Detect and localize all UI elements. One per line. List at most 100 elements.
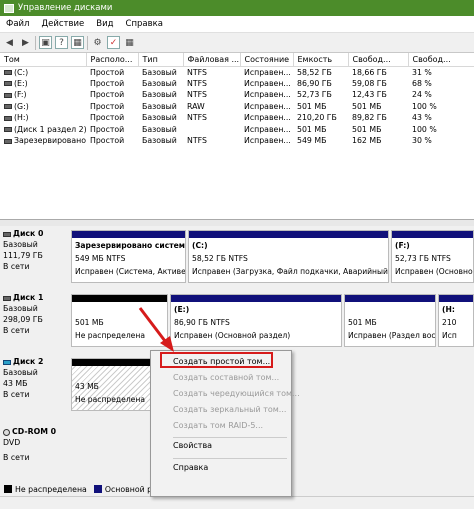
volume-cell: 100 % — [412, 124, 437, 134]
partition-recovery[interactable]: 501 МБ Исправен (Раздел восс — [344, 294, 436, 347]
status-bar — [0, 496, 474, 509]
menu-help[interactable]: Справка — [173, 463, 208, 472]
volume-row[interactable]: (F:) Простой Базовый NTFS Исправен... 52,73 Г… — [0, 89, 474, 101]
disk-1-label[interactable]: Диск 1 Базовый 298,09 ГБ В сети — [3, 292, 67, 336]
volume-cell: RAW — [187, 101, 205, 111]
disk-0-row: Диск 0 Базовый 111,79 ГБ В сети Зарезерв… — [0, 228, 474, 288]
volume-icon — [4, 115, 12, 121]
volume-icon — [4, 127, 12, 133]
column-header[interactable]: Файловая ... — [183, 53, 241, 67]
help-icon[interactable]: ? — [55, 36, 68, 49]
partition-c[interactable]: (C:) 58,52 ГБ NTFS Исправен (Загрузка, Ф… — [188, 230, 389, 283]
partition-e[interactable]: (E:) 86,90 ГБ NTFS Исправен (Основной ра… — [170, 294, 342, 347]
volume-row[interactable]: Зарезервировано ... Простой Базовый NTFS Исп… — [0, 135, 474, 147]
partition-size: 210 — [442, 318, 457, 327]
menu-action[interactable]: Действие — [35, 19, 90, 29]
forward-icon[interactable]: ▶ — [19, 36, 32, 49]
disk-2-label[interactable]: Диск 2 Базовый 43 МБ В сети — [3, 356, 67, 400]
partition-title: (H: — [442, 305, 455, 314]
disk-view-icon[interactable]: ▣ — [39, 36, 52, 49]
menu-properties[interactable]: Свойства — [173, 441, 212, 450]
volume-cell: Простой — [90, 124, 125, 134]
disk-type: Базовый — [3, 368, 38, 377]
menu-bar: Файл Действие Вид Справка — [0, 16, 474, 33]
disk-type: Базовый — [3, 304, 38, 313]
checklist-icon[interactable]: ✓ — [107, 36, 120, 49]
disk-size: 43 МБ — [3, 379, 28, 388]
menu-view[interactable]: Вид — [90, 19, 119, 29]
toolbar-separator — [87, 35, 88, 50]
column-header[interactable]: Свобод... — [348, 53, 409, 67]
volume-cell: 549 МБ — [297, 136, 327, 146]
volume-cell: Исправен... — [244, 113, 291, 123]
disk-0-label[interactable]: Диск 0 Базовый 111,79 ГБ В сети — [3, 228, 67, 272]
column-header[interactable]: Тип — [138, 53, 184, 67]
cdrom-label[interactable]: CD-ROM 0 DVD В сети — [3, 426, 67, 463]
column-header[interactable]: Свобод... — [408, 53, 474, 67]
column-header[interactable]: Емкость — [293, 53, 349, 67]
volume-cell: Простой — [90, 101, 125, 111]
column-header[interactable]: Располо... — [86, 53, 139, 67]
column-header[interactable]: Том — [0, 53, 87, 67]
menu-separator — [173, 437, 287, 438]
volume-row[interactable]: (H:) Простой Базовый NTFS Исправен... 210,20 … — [0, 112, 474, 124]
volume-row[interactable]: (E:) Простой Базовый NTFS Исправен... 86,90 Г… — [0, 78, 474, 90]
window-title: Управление дисками — [18, 3, 113, 13]
volume-cell: Базовый — [142, 124, 177, 134]
volume-icon — [4, 70, 12, 75]
disk-type: DVD — [3, 438, 21, 447]
volume-cell: Исправен... — [244, 90, 291, 100]
volume-cell: Простой — [90, 113, 125, 123]
volume-cell: 58,52 ГБ — [297, 67, 332, 77]
volume-name-cell: (H:) — [0, 112, 86, 124]
partition-h[interactable]: (H: 210 Исп — [438, 294, 474, 347]
legend-unallocated-label: Не распределена — [15, 484, 87, 494]
disk-status: В сети — [3, 390, 30, 399]
menu-create-striped-volume[interactable]: Создать чередующийся том... — [173, 389, 300, 398]
partition-status: Исправен (Основной — [395, 267, 474, 276]
partition-unallocated-1[interactable]: 501 МБ Не распределена — [71, 294, 168, 347]
back-icon[interactable]: ◀ — [3, 36, 16, 49]
volume-icon — [4, 81, 12, 87]
menu-help[interactable]: Справка — [120, 19, 169, 29]
volume-cell: 501 МБ — [297, 124, 327, 134]
partition-status: Исправен (Раздел восс — [348, 331, 436, 340]
volume-cell: Простой — [90, 78, 125, 88]
volume-cell: 31 % — [412, 67, 432, 77]
partition-reserved[interactable]: Зарезервировано системо 549 МБ NTFS Испр… — [71, 230, 186, 283]
column-header[interactable]: Состояние — [240, 53, 294, 67]
partition-f[interactable]: (F:) 52,73 ГБ NTFS Исправен (Основной — [391, 230, 474, 283]
partition-status: Исправен (Загрузка, Файл подкачки, Авари… — [192, 267, 388, 276]
volume-cell: NTFS — [187, 113, 207, 123]
volume-cell: 501 МБ — [352, 101, 382, 111]
volume-row[interactable]: (C:) Простой Базовый NTFS Исправен... 58,52 Г… — [0, 66, 474, 78]
volume-cell: 86,90 ГБ — [297, 78, 332, 88]
volume-name-cell: (E:) — [0, 78, 86, 90]
volume-cell: 24 % — [412, 90, 432, 100]
volume-cell: 30 % — [412, 136, 432, 146]
volume-cell: NTFS — [187, 90, 207, 100]
volume-cell: Исправен... — [244, 101, 291, 111]
volume-icon — [4, 92, 12, 98]
rescan-icon[interactable]: ⚙ — [91, 36, 104, 49]
partition-size: 549 МБ NTFS — [75, 254, 126, 263]
menu-create-mirrored-volume[interactable]: Создать зеркальный том... — [173, 405, 286, 414]
menu-file[interactable]: Файл — [0, 19, 35, 29]
volume-cell: NTFS — [187, 136, 207, 146]
volume-name-cell: Зарезервировано ... — [0, 135, 86, 147]
partition-status: Исправен (Система, Активен — [75, 267, 186, 276]
partition-size: 501 МБ — [348, 318, 377, 327]
volume-cell: NTFS — [187, 67, 207, 77]
menu-create-raid5-volume[interactable]: Создать том RAID-5... — [173, 421, 263, 430]
settings-icon[interactable]: ▦ — [123, 36, 136, 49]
volume-row[interactable]: (G:) Простой Базовый RAW Исправен... 501 МБ 50… — [0, 101, 474, 113]
volume-cell: Базовый — [142, 101, 177, 111]
menu-create-spanned-volume[interactable]: Создать составной том... — [173, 373, 279, 382]
title-bar: Управление дисками — [0, 0, 474, 16]
toolbar-separator — [35, 35, 36, 50]
volume-name-cell: (G:) — [0, 101, 86, 113]
partition-title: Зарезервировано системо — [75, 241, 186, 250]
volume-cell: Исправен... — [244, 67, 291, 77]
volume-row[interactable]: (Диск 1 раздел 2) Простой Базовый Исправен.… — [0, 124, 474, 136]
properties-icon[interactable]: ▦ — [71, 36, 84, 49]
